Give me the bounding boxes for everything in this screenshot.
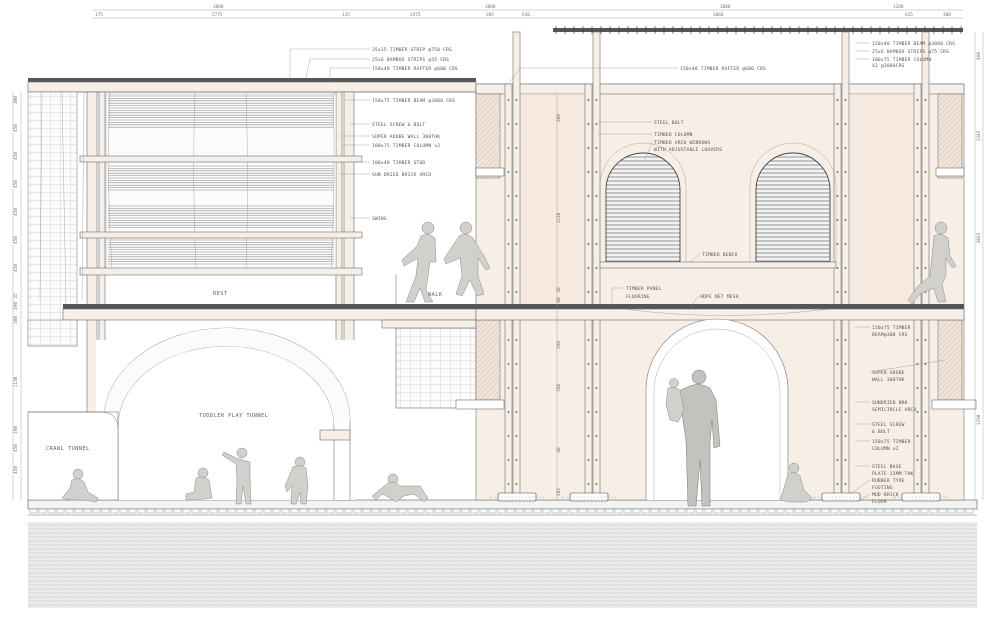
dim-left: 190 bbox=[13, 426, 19, 434]
ann-brick-arch: SUN DRIED BRICK ARCH bbox=[372, 172, 431, 178]
dim-left: 450 bbox=[13, 208, 19, 216]
walk-window-grid bbox=[395, 327, 477, 409]
ann-timber-bench: TIMBER BENCH bbox=[702, 252, 738, 258]
ann-r-bolt: & BOLT bbox=[872, 429, 890, 435]
timber-bench bbox=[599, 261, 837, 269]
dim-left: 100 bbox=[13, 316, 19, 324]
ann-r-plate: PLATE 12MM THK bbox=[872, 471, 914, 477]
ann-timber-panel: TIMBER PANEL bbox=[626, 286, 662, 292]
ann-flooring: FLOORING bbox=[626, 294, 650, 300]
dim-inner: 20 bbox=[556, 287, 562, 293]
ann-r-arch: SEMICIRCLE ARCH bbox=[872, 407, 917, 413]
dim-top-row1: 3880 bbox=[485, 4, 496, 10]
ann-bamboo-strips: 25x6 BAMBOO STRIPS @35 CRS bbox=[372, 57, 449, 63]
dim-top-row1: 3880 bbox=[720, 4, 731, 10]
ann-swing: SWING bbox=[372, 216, 387, 222]
ann-arch-windows: TIMBER ARCH WINDOWS bbox=[654, 140, 710, 146]
dim-top-row2: 630 bbox=[522, 12, 530, 18]
dim-inner: 1130 bbox=[556, 212, 562, 223]
dim-left: 1130 bbox=[13, 376, 19, 387]
dim-left: 450 bbox=[13, 466, 19, 474]
ann-r-beam: 150x40 TIMBER BEAM @3000 CRS bbox=[872, 41, 955, 47]
ann-louvers: WITH ADJUSTABLE LOUVERS bbox=[654, 147, 722, 153]
mud-brick-floor bbox=[27, 499, 978, 510]
dim-top-row1: 3880 bbox=[213, 4, 224, 10]
dim-top-row2: 2775 bbox=[212, 12, 223, 18]
ground-hatch bbox=[28, 522, 977, 608]
upper-floor-slab bbox=[63, 304, 499, 309]
brick-row bbox=[29, 508, 974, 514]
ann-r-rubber: RUBBER TYRE bbox=[872, 478, 905, 484]
ann-r-floor: FLOOR bbox=[872, 499, 887, 505]
dim-inner: 60 bbox=[556, 297, 562, 303]
ann-timber-beam: 150x75 TIMBER BEAM @3000 CRS bbox=[372, 98, 455, 104]
dim-inner: 60 bbox=[556, 447, 562, 453]
ann-r-beam-crs: BEAM@300 CRS bbox=[872, 332, 908, 338]
label-crawl-tunnel: CRAWL TUNNEL bbox=[46, 446, 90, 452]
dim-top-row2: 135 bbox=[342, 12, 350, 18]
dim-right: 460 bbox=[976, 52, 982, 60]
ann-steel-screw: STEEL SCREW & BOLT bbox=[372, 122, 425, 128]
ann-rafter-center: 150x40 TIMBER RAFTER @600 CRS bbox=[680, 66, 766, 72]
ann-hdpe-net: HDPE NET MESH bbox=[700, 294, 739, 300]
dim-left: 450 bbox=[13, 264, 19, 272]
dim-inner: 285 bbox=[556, 488, 562, 496]
dim-inner: 760 bbox=[556, 384, 562, 392]
dim-top-row2: 2475 bbox=[410, 12, 421, 18]
ann-r-footing: FOOTING bbox=[872, 485, 893, 491]
dim-left: 25 bbox=[13, 293, 19, 299]
label-walk: WALK bbox=[428, 292, 443, 298]
dim-top-row2: 175 bbox=[95, 12, 103, 18]
dim-left: 450 bbox=[13, 124, 19, 132]
dim-top-row2: 3060 bbox=[713, 12, 724, 18]
dim-right: 1345 bbox=[976, 130, 982, 141]
bamboo-swing-panels bbox=[105, 91, 337, 271]
ann-steel-bolt: STEEL BOLT bbox=[654, 120, 684, 126]
dim-top-row2: 635 bbox=[905, 12, 913, 18]
label-toddler-tunnel: TODDLER PLAY TUNNEL bbox=[199, 413, 268, 419]
ann-r-column: 100x75 TIMBER COLUMN bbox=[872, 57, 931, 63]
ann-r-steel-screw: STEEL SCREW bbox=[872, 422, 905, 428]
dim-right: 1330 bbox=[976, 414, 982, 425]
dim-left: 450 bbox=[13, 444, 19, 452]
dim-left: 450 bbox=[13, 236, 19, 244]
ann-r-timber: 150x75 TIMBER bbox=[872, 325, 911, 331]
ann-timber-rafter: 150x40 TIMBER RAFTER @600 CRS bbox=[372, 66, 458, 72]
ann-r-timber2: 150x75 TIMBER bbox=[872, 439, 911, 445]
ann-r-base: STEEL BASE bbox=[872, 464, 902, 470]
dim-right: 2045 bbox=[976, 232, 982, 243]
ann-r-wall: WALL 300THK bbox=[872, 377, 905, 383]
dim-left: 290 bbox=[13, 302, 19, 310]
dim-inner: 290 bbox=[556, 341, 562, 349]
ann-timber-column: 100x75 TIMBER COLUMN x2 bbox=[372, 143, 440, 149]
dim-inner: 300 bbox=[556, 114, 562, 122]
ann-timber-stud: 100x40 TIMBER STUD bbox=[372, 160, 425, 166]
dim-top-row2: 300 bbox=[943, 12, 951, 18]
ann-r-column-x2: COLUMN x2 bbox=[872, 446, 899, 452]
ann-timber-strip: 35x15 TIMBER STRIP @750 CRS bbox=[372, 47, 452, 53]
dim-left: 450 bbox=[13, 180, 19, 188]
ann-super-adobe: SUPER ADOBE WALL 300THK bbox=[372, 134, 440, 140]
dim-top-row1: 1260 bbox=[893, 4, 904, 10]
ann-timber-column-center: TIMBER COLUMN bbox=[654, 132, 693, 138]
ann-r-bamboo: 25x6 BAMBOO STRIPS @75 CRS bbox=[872, 49, 949, 55]
label-rest: REST bbox=[213, 291, 228, 297]
ann-r-column-crs: X2 @3000CRS bbox=[872, 63, 905, 69]
section-drawing: 3880 3880 3880 1260 175 2775 135 2475 385 630 3060… bbox=[12, 4, 984, 608]
ann-r-sundried: SUNDRIED BRK bbox=[872, 400, 908, 406]
dim-left: 300 bbox=[13, 96, 19, 104]
dim-top-row2: 385 bbox=[486, 12, 494, 18]
dim-left: 450 bbox=[13, 152, 19, 160]
ann-r-mud: MUD BRICK bbox=[872, 492, 899, 498]
